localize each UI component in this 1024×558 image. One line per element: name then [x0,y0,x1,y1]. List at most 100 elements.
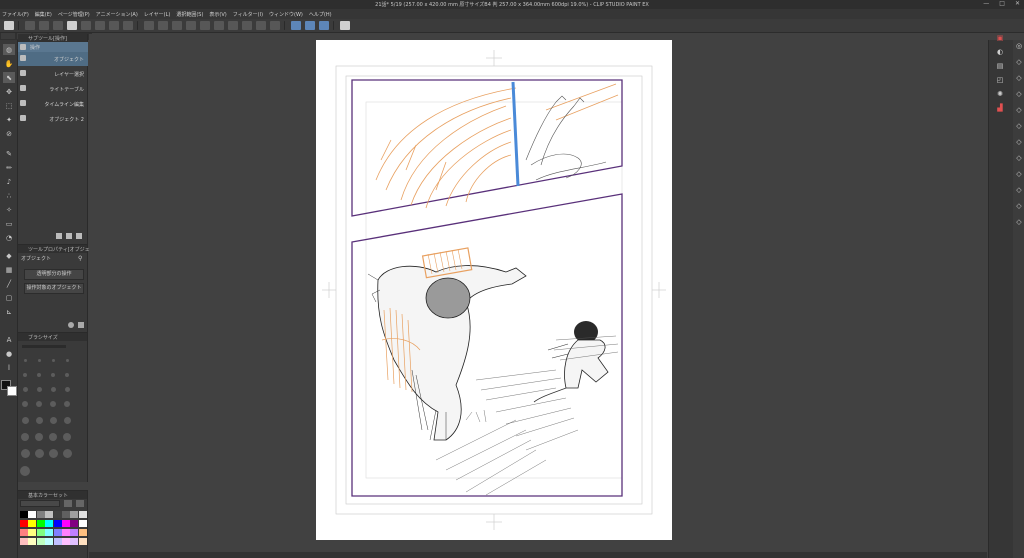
color-slider-icon[interactable]: ▟ [993,102,1007,113]
wrench-icon[interactable]: ⚲ [78,255,82,262]
color-swatch[interactable] [28,520,37,527]
color-swatch[interactable] [78,538,87,545]
layer-icon[interactable]: ▤ [993,60,1007,71]
save-icon[interactable] [53,21,63,30]
brush-size-preset[interactable] [21,449,30,458]
brush-size-preset[interactable] [24,359,27,362]
brush-size-preset[interactable] [36,417,43,424]
color-swatch[interactable] [78,520,87,527]
brush-size-slider[interactable] [22,345,66,348]
color-swatch[interactable] [45,538,54,545]
move-layer-icon[interactable]: ✥ [3,86,15,97]
menu-select[interactable]: 選択範囲(S) [176,11,203,18]
color-swatch[interactable] [70,538,79,545]
color-swatch[interactable] [53,511,62,518]
snap-ruler-icon[interactable] [291,21,301,30]
brush-size-preset[interactable] [50,417,57,424]
brush-size-preset[interactable] [52,359,55,362]
brush-size-preset[interactable] [35,433,43,441]
brush-size-preset[interactable] [50,401,56,407]
gradient-icon[interactable]: ▦ [3,264,15,275]
color-swatch[interactable] [62,511,70,518]
color-swatch[interactable] [20,520,28,527]
open-page-icon[interactable] [95,21,105,30]
fill-icon[interactable] [228,21,238,30]
new-file-icon[interactable] [25,21,35,30]
target-object-button[interactable]: 操作対象のオブジェクト [24,283,84,294]
brush-size-preset[interactable] [63,449,72,458]
sub-color-swatch[interactable] [7,386,17,396]
navigator-icon[interactable]: ◐ [993,46,1007,57]
delete-subtool-icon[interactable] [76,233,82,239]
color-swatch[interactable] [36,511,45,518]
operation-icon[interactable]: ⬉ [3,72,15,83]
eye-icon[interactable] [67,21,77,30]
zoom-icon[interactable]: ◍ [3,44,15,55]
color-swatch[interactable] [28,538,37,545]
transform-icon[interactable] [186,21,196,30]
transparent-operation-button[interactable]: 透明部分の操作 [24,269,84,280]
brush-size-preset[interactable] [38,359,41,362]
brush-size-preset[interactable] [64,417,71,424]
brush-size-preset[interactable] [37,387,42,392]
panel-icon[interactable]: ◇ [1013,72,1024,83]
color-swatch[interactable] [45,529,54,536]
menu-view[interactable]: 表示(V) [209,11,226,18]
close-button[interactable]: ✕ [1015,0,1020,9]
color-swatch[interactable] [62,529,70,536]
material-icon[interactable]: ◰ [993,74,1007,85]
brush-size-preset[interactable] [22,401,28,407]
color-swatch[interactable] [78,529,87,536]
color-swatch[interactable] [53,529,62,536]
panel-icon[interactable]: ◇ [1013,184,1024,195]
panel-icon[interactable]: ◇ [1013,104,1024,115]
menu-page[interactable]: ページ管理(P) [58,11,90,18]
invert-selection-icon[interactable] [256,21,266,30]
subtool-item-object-2[interactable]: オブジェクト 2 [18,112,88,126]
fill-icon[interactable]: ◆ [3,250,15,261]
brush-size-preset[interactable] [63,433,71,441]
new-page-icon[interactable] [81,21,91,30]
frame-border-icon[interactable]: ▢ [3,292,15,303]
menu-edit[interactable]: 編集(E) [35,11,52,18]
brush-size-preset[interactable] [64,401,70,407]
panel-tab[interactable] [1,33,15,39]
open-file-icon[interactable] [39,21,49,30]
color-swatch[interactable] [20,511,28,518]
color-swatch[interactable] [70,529,79,536]
color-set-dropdown[interactable] [20,500,60,507]
panel-icon[interactable]: ◇ [1013,200,1024,211]
auto-select-icon[interactable]: ✦ [3,114,15,125]
crop-icon[interactable] [214,21,224,30]
brush-size-preset[interactable] [65,373,69,377]
airbrush-icon[interactable]: ∴ [3,190,15,201]
panel-icon[interactable]: ◇ [1013,120,1024,131]
pen-icon[interactable]: ✎ [3,148,15,159]
menu-filter[interactable]: フィルター(I) [233,11,263,18]
brush-size-preset[interactable] [22,417,29,424]
blend-icon[interactable]: ◔ [3,232,15,243]
color-swatch[interactable] [45,511,54,518]
expand-selection-icon[interactable] [270,21,280,30]
selection-icon[interactable]: ⬚ [3,100,15,111]
deselect-icon[interactable] [200,21,210,30]
clip-studio-icon[interactable] [4,21,14,30]
panel-icon[interactable]: ◇ [1013,152,1024,163]
color-set-edit-icon[interactable] [76,500,84,507]
panel-icon[interactable]: ◇ [1013,88,1024,99]
brush-size-preset[interactable] [51,387,56,392]
menu-window[interactable]: ウィンドウ(W) [269,11,303,18]
menu-animation[interactable]: アニメーション(A) [96,11,138,18]
manga-page[interactable] [316,40,672,540]
brush-size-preset[interactable] [20,466,30,476]
brush-size-preset[interactable] [65,387,70,392]
color-swatch[interactable] [20,538,28,545]
undo-icon[interactable] [144,21,154,30]
panel-icon[interactable]: ◇ [1013,56,1024,67]
color-swatch[interactable] [28,511,37,518]
figure-icon[interactable]: ╱ [3,278,15,289]
brush-size-preset[interactable] [21,433,29,441]
brush-size-preset[interactable] [49,433,57,441]
brush-size-preset[interactable] [37,373,41,377]
layer-property-icon[interactable]: ▣ [993,32,1007,43]
